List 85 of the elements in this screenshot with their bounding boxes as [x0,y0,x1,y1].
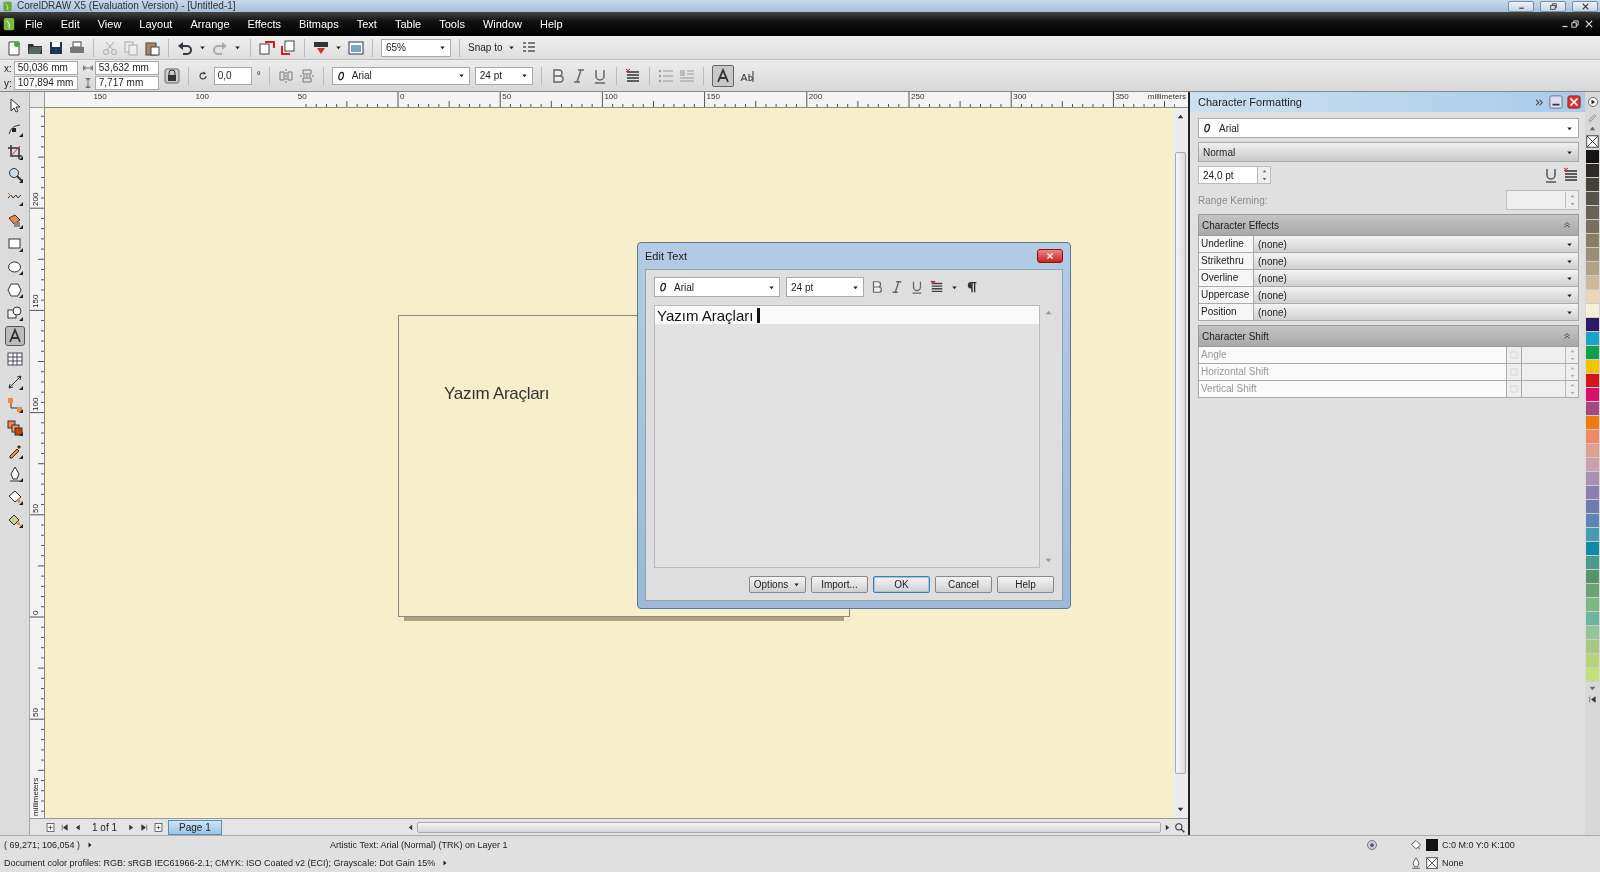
ruler-label: 150 [93,92,107,101]
ruler-label: 50 [31,708,40,718]
effect-label: Overline [1199,270,1254,286]
ruler-label: 250 [911,92,925,101]
ruler-label: 100 [195,92,209,101]
menu-item[interactable]: Text [347,18,386,30]
font-style-dropdown[interactable]: Normal [1198,142,1579,162]
effect-label: Uppercase [1199,287,1254,303]
font-dropdown[interactable]: Arial [331,66,470,85]
ruler-label: 200 [31,192,40,207]
x-label: x: [4,62,12,74]
menu-item[interactable]: Help [531,18,572,30]
window-title: CorelDRAW X5 (Evaluation Version) - [Untitled-1] [17,0,237,12]
color-profiles: Document color profiles: RGB: sRGB IEC61966-2.1; CMYK: ISO Coated v2 (ECI); Grayscale: Dot Gain 15% [4,858,436,868]
dialog-button[interactable]: Import... [811,576,868,593]
menu-item[interactable]: View [88,18,131,30]
docker-title: Character Formatting [1198,96,1303,108]
outline-label: None [1442,858,1464,868]
menu-item[interactable]: Arrange [181,18,239,30]
effect-dropdown[interactable]: (none) [1254,287,1578,303]
shift-label: Vertical Shift [1199,381,1507,397]
menu-item[interactable]: Table [385,18,431,30]
font-dropdown[interactable]: Arial [1198,118,1579,138]
menu-item[interactable]: File [16,18,52,30]
artistic-text[interactable]: Yazım Araçları [444,384,550,404]
font-size-dropdown[interactable]: 24 pt [786,277,864,297]
effect-label: Position [1199,304,1254,320]
degree-sign: ° [256,70,261,81]
effect-label: Strikethru [1199,253,1254,269]
font-size-spinner[interactable]: 24,0 pt [1198,166,1271,184]
effect-dropdown[interactable]: (none) [1254,304,1578,320]
ruler-label: 50 [297,92,307,101]
section-header[interactable]: Character Shift [1198,325,1579,347]
section-title: Character Shift [1202,330,1269,342]
ruler-label: 50 [31,503,40,513]
cursor-coordinates: ( 69,271; 106,054 ) [4,840,81,850]
menu-item[interactable]: Window [473,18,531,30]
height-field[interactable]: 7,717 mm [94,76,159,90]
shift-label: Angle [1199,347,1507,363]
ruler-label: 0 [400,92,405,101]
ruler-label: 300 [1013,92,1027,101]
menu-item[interactable]: Tools [430,18,474,30]
dialog-button[interactable]: Cancel [935,576,992,593]
editor-text: Yazım Araçları [657,306,754,324]
ruler-unit: millimeters [1147,92,1186,101]
dialog-button[interactable]: Help [997,576,1054,593]
page-counter: 1 of 1 [91,821,119,833]
font-size-dropdown[interactable]: 24 pt [474,66,533,85]
effect-dropdown[interactable]: (none) [1254,253,1578,269]
ruler-label: 50 [502,92,512,101]
fill-color-label: C:0 M:0 Y:0 K:100 [1442,840,1515,850]
ruler-unit: millimeters [31,777,40,816]
range-kerning-label: Range Kerning: [1198,194,1268,206]
width-field[interactable]: 53,632 mm [94,61,159,75]
ruler-label: 100 [604,92,618,101]
dialog-button[interactable]: Options [749,576,806,593]
page-tab[interactable]: Page 1 [168,819,222,835]
ruler-label: 350 [1115,92,1129,101]
section-header[interactable]: Character Effects [1198,214,1579,236]
y-label: y: [4,77,12,89]
effect-dropdown[interactable]: (none) [1254,270,1578,286]
menu-item[interactable]: Edit [51,18,89,30]
section-title: Character Effects [1202,219,1280,231]
drawing-canvas[interactable]: Yazım Araçları Edit Text Arial 24 pt Yazım Araçları Options Import... OK Cancel Help [45,108,1173,818]
snap-to-button[interactable]: Snap to [468,42,503,53]
menu-item[interactable]: Layout [130,18,182,30]
effect-dropdown[interactable]: (none) [1254,236,1578,252]
ruler-label: 150 [31,295,40,309]
object-info: Artistic Text: Arial (Normal) (TRK) on Layer 1 [330,840,509,850]
x-position-field[interactable]: 50,036 mm [13,61,78,75]
text-editor[interactable]: Yazım Araçları [654,305,1040,568]
dialog-title: Edit Text [645,250,687,262]
y-position-field[interactable]: 107,894 mm [13,76,78,90]
ruler-label: 0 [31,610,40,615]
menu-item[interactable]: Effects [238,18,290,30]
menu-item[interactable]: Bitmaps [289,18,348,30]
rotation-angle-field[interactable]: 0,0 [213,66,252,85]
dialog-button[interactable]: OK [873,576,930,593]
ruler-label: 100 [31,397,40,411]
effect-label: Underline [1199,236,1254,252]
zoom-dropdown[interactable]: 65% [381,38,451,57]
font-dropdown[interactable]: Arial [654,277,780,297]
ruler-label: 150 [706,92,720,101]
ruler-label: 200 [808,92,823,101]
shift-label: Horizontal Shift [1199,364,1507,380]
